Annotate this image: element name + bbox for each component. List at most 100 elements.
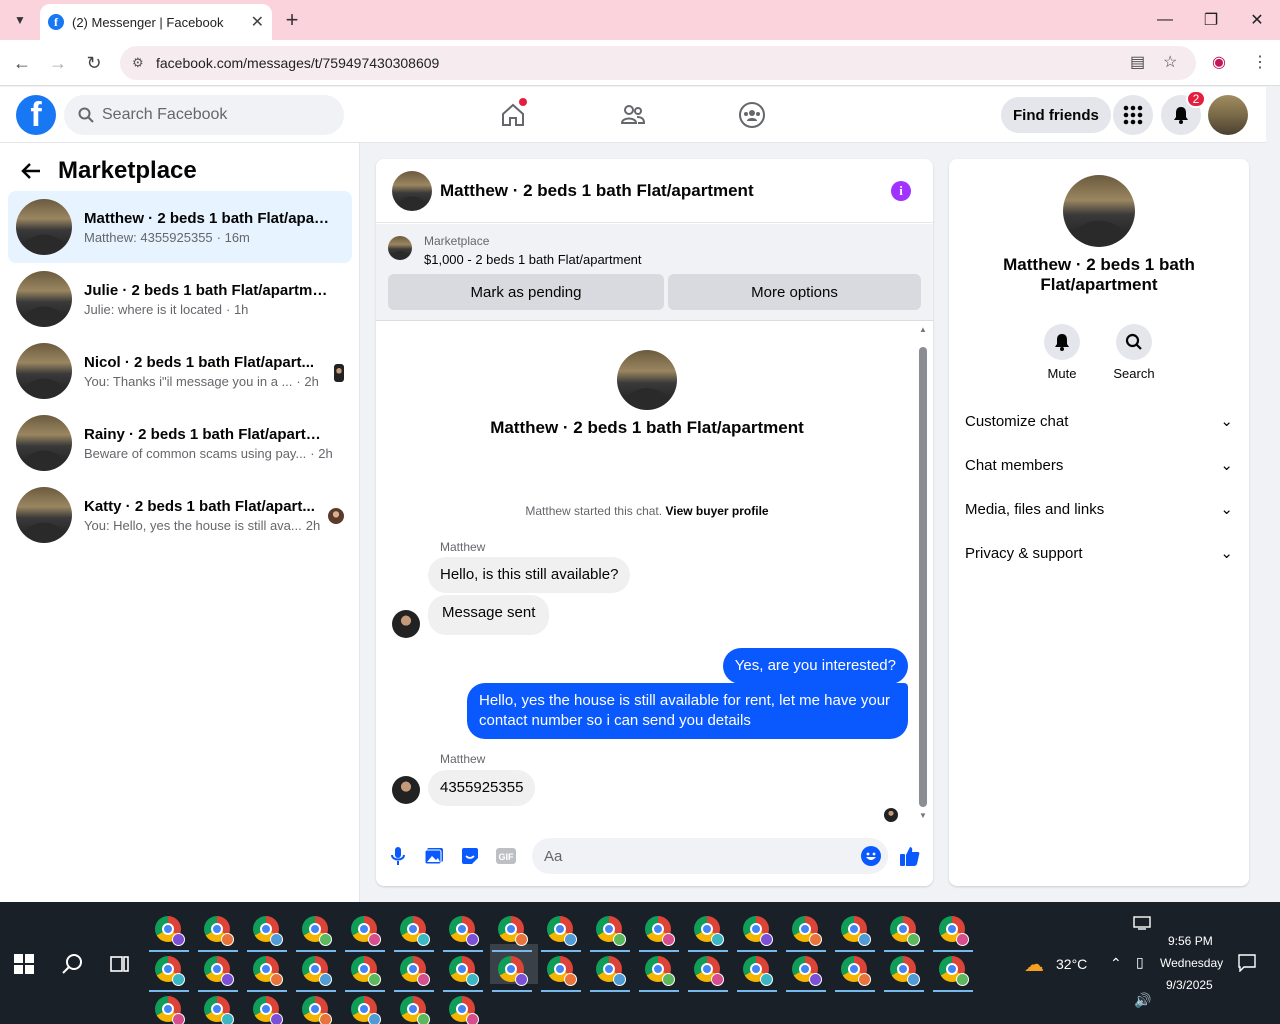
show-hidden-icons-icon[interactable]: ⌃ — [1110, 955, 1122, 972]
microphone-icon[interactable] — [386, 844, 410, 868]
back-arrow-icon[interactable] — [20, 162, 42, 180]
conversation-item[interactable]: Matthew · 2 beds 1 bath Flat/apart... Ma… — [8, 191, 352, 263]
chrome-taskbar-icon[interactable] — [302, 996, 332, 1024]
clock-time[interactable]: 9:56 PM — [1168, 934, 1213, 948]
chrome-taskbar-icon[interactable] — [204, 916, 234, 946]
chrome-taskbar-icon[interactable] — [792, 916, 822, 946]
volume-icon[interactable]: 🔊 — [1134, 992, 1151, 1009]
privacy-support-row[interactable]: Privacy & support ⌄ — [965, 533, 1233, 573]
minimize-icon[interactable]: — — [1142, 0, 1188, 40]
chrome-taskbar-icon[interactable] — [351, 956, 381, 986]
chrome-taskbar-icon[interactable] — [204, 956, 234, 986]
photo-icon[interactable] — [422, 844, 446, 868]
facebook-search[interactable] — [64, 95, 344, 135]
chrome-taskbar-icon[interactable] — [302, 916, 332, 946]
chrome-taskbar-icon[interactable] — [596, 916, 626, 946]
menu-grid-icon[interactable] — [1113, 95, 1153, 135]
chrome-taskbar-icon[interactable] — [302, 956, 332, 986]
chat-avatar[interactable] — [392, 170, 432, 211]
chrome-taskbar-icon[interactable] — [400, 996, 430, 1024]
conversation-item[interactable]: Nicol · 2 beds 1 bath Flat/apart... You:… — [8, 335, 352, 407]
site-settings-icon[interactable]: ⚙ — [132, 55, 150, 71]
chat-title[interactable]: Matthew · 2 beds 1 bath Flat/apartment — [440, 181, 754, 201]
close-window-icon[interactable]: ✕ — [1234, 0, 1280, 40]
mark-as-pending-button[interactable]: Mark as pending — [388, 274, 664, 310]
windows-start-icon[interactable] — [14, 954, 34, 974]
network-icon[interactable] — [1133, 916, 1151, 930]
chrome-taskbar-icon[interactable] — [498, 956, 528, 986]
chrome-taskbar-icon[interactable] — [743, 916, 773, 946]
chat-scrollbar[interactable] — [919, 347, 927, 807]
more-options-button[interactable]: More options — [668, 274, 921, 310]
install-app-icon[interactable]: ▤ — [1130, 52, 1145, 72]
chrome-taskbar-icon[interactable] — [547, 916, 577, 946]
media-files-links-row[interactable]: Media, files and links ⌄ — [965, 489, 1233, 529]
find-friends-button[interactable]: Find friends — [1001, 97, 1111, 133]
gif-icon[interactable]: GIF — [494, 844, 518, 868]
emoji-icon[interactable] — [859, 844, 883, 868]
chat-members-row[interactable]: Chat members ⌄ — [965, 445, 1233, 485]
sender-avatar[interactable] — [392, 610, 420, 638]
profile-avatar[interactable] — [1063, 175, 1135, 247]
reload-icon[interactable]: ↻ — [81, 50, 107, 76]
scroll-up-icon[interactable]: ▲ — [919, 325, 927, 334]
chrome-taskbar-icon[interactable] — [155, 996, 185, 1024]
chrome-taskbar-icon[interactable] — [351, 916, 381, 946]
address-bar[interactable]: ⚙ facebook.com/messages/t/75949743030860… — [120, 46, 1196, 80]
sticker-icon[interactable] — [458, 844, 482, 868]
info-icon[interactable]: i — [891, 181, 911, 201]
chrome-taskbar-icon[interactable] — [351, 996, 381, 1024]
conversation-item[interactable]: Julie · 2 beds 1 bath Flat/apartment Jul… — [8, 263, 352, 335]
clock-date[interactable]: 9/3/2025 — [1166, 978, 1213, 992]
tab-search-icon[interactable]: ▼ — [8, 8, 32, 32]
chrome-taskbar-icon[interactable] — [743, 956, 773, 986]
chrome-taskbar-icon[interactable] — [155, 916, 185, 946]
chrome-taskbar-icon[interactable] — [939, 956, 969, 986]
mute-button[interactable]: Mute — [1032, 324, 1092, 381]
bookmark-star-icon[interactable]: ☆ — [1163, 52, 1177, 72]
view-buyer-profile-link[interactable]: View buyer profile — [665, 504, 768, 518]
account-avatar[interactable] — [1208, 95, 1248, 135]
chrome-taskbar-icon[interactable] — [841, 956, 871, 986]
restore-icon[interactable]: ❐ — [1188, 0, 1234, 40]
temperature[interactable]: 32°C — [1056, 956, 1087, 972]
new-tab-icon[interactable]: + — [280, 7, 304, 32]
page-scrollbar[interactable] — [1266, 87, 1280, 902]
browser-tab[interactable]: f (2) Messenger | Facebook ✕ — [40, 4, 272, 40]
facebook-logo[interactable]: f — [16, 95, 56, 135]
like-thumbs-up-icon[interactable] — [898, 844, 922, 868]
chrome-taskbar-icon[interactable] — [841, 916, 871, 946]
chrome-taskbar-icon[interactable] — [890, 916, 920, 946]
profile-icon[interactable]: ◉ — [1212, 52, 1226, 72]
conversation-item[interactable]: Rainy · 2 beds 1 bath Flat/apartment Bew… — [8, 407, 352, 479]
chrome-taskbar-icon[interactable] — [792, 956, 822, 986]
chrome-taskbar-icon[interactable] — [449, 956, 479, 986]
chrome-taskbar-icon[interactable] — [253, 996, 283, 1024]
search-input[interactable] — [102, 106, 322, 124]
listing-title[interactable]: $1,000 - 2 beds 1 bath Flat/apartment — [424, 252, 642, 267]
back-icon[interactable]: ← — [9, 50, 35, 76]
groups-icon[interactable] — [734, 97, 770, 133]
chrome-taskbar-icon[interactable] — [596, 956, 626, 986]
forward-icon[interactable]: → — [45, 50, 71, 76]
chrome-taskbar-icon[interactable] — [694, 956, 724, 986]
chrome-taskbar-icon[interactable] — [400, 956, 430, 986]
taskbar-search-icon[interactable] — [62, 953, 84, 975]
search-chat-button[interactable]: Search — [1104, 324, 1164, 381]
chrome-taskbar-icon[interactable] — [645, 956, 675, 986]
conversation-item[interactable]: Katty · 2 beds 1 bath Flat/apart... You:… — [8, 479, 352, 551]
chrome-taskbar-icon[interactable] — [645, 916, 675, 946]
clock-day[interactable]: Wednesday — [1160, 956, 1223, 970]
chrome-taskbar-icon[interactable] — [498, 916, 528, 946]
close-tab-icon[interactable]: ✕ — [251, 12, 264, 32]
friends-icon[interactable] — [615, 97, 651, 133]
sender-avatar[interactable] — [392, 776, 420, 804]
chrome-taskbar-icon[interactable] — [547, 956, 577, 986]
notification-center-icon[interactable] — [1238, 954, 1256, 972]
chrome-taskbar-icon[interactable] — [939, 916, 969, 946]
chrome-taskbar-icon[interactable] — [155, 956, 185, 986]
chrome-taskbar-icon[interactable] — [449, 916, 479, 946]
battery-icon[interactable]: ▯ — [1136, 954, 1144, 971]
customize-chat-row[interactable]: Customize chat ⌄ — [965, 401, 1233, 441]
chrome-taskbar-icon[interactable] — [449, 996, 479, 1024]
